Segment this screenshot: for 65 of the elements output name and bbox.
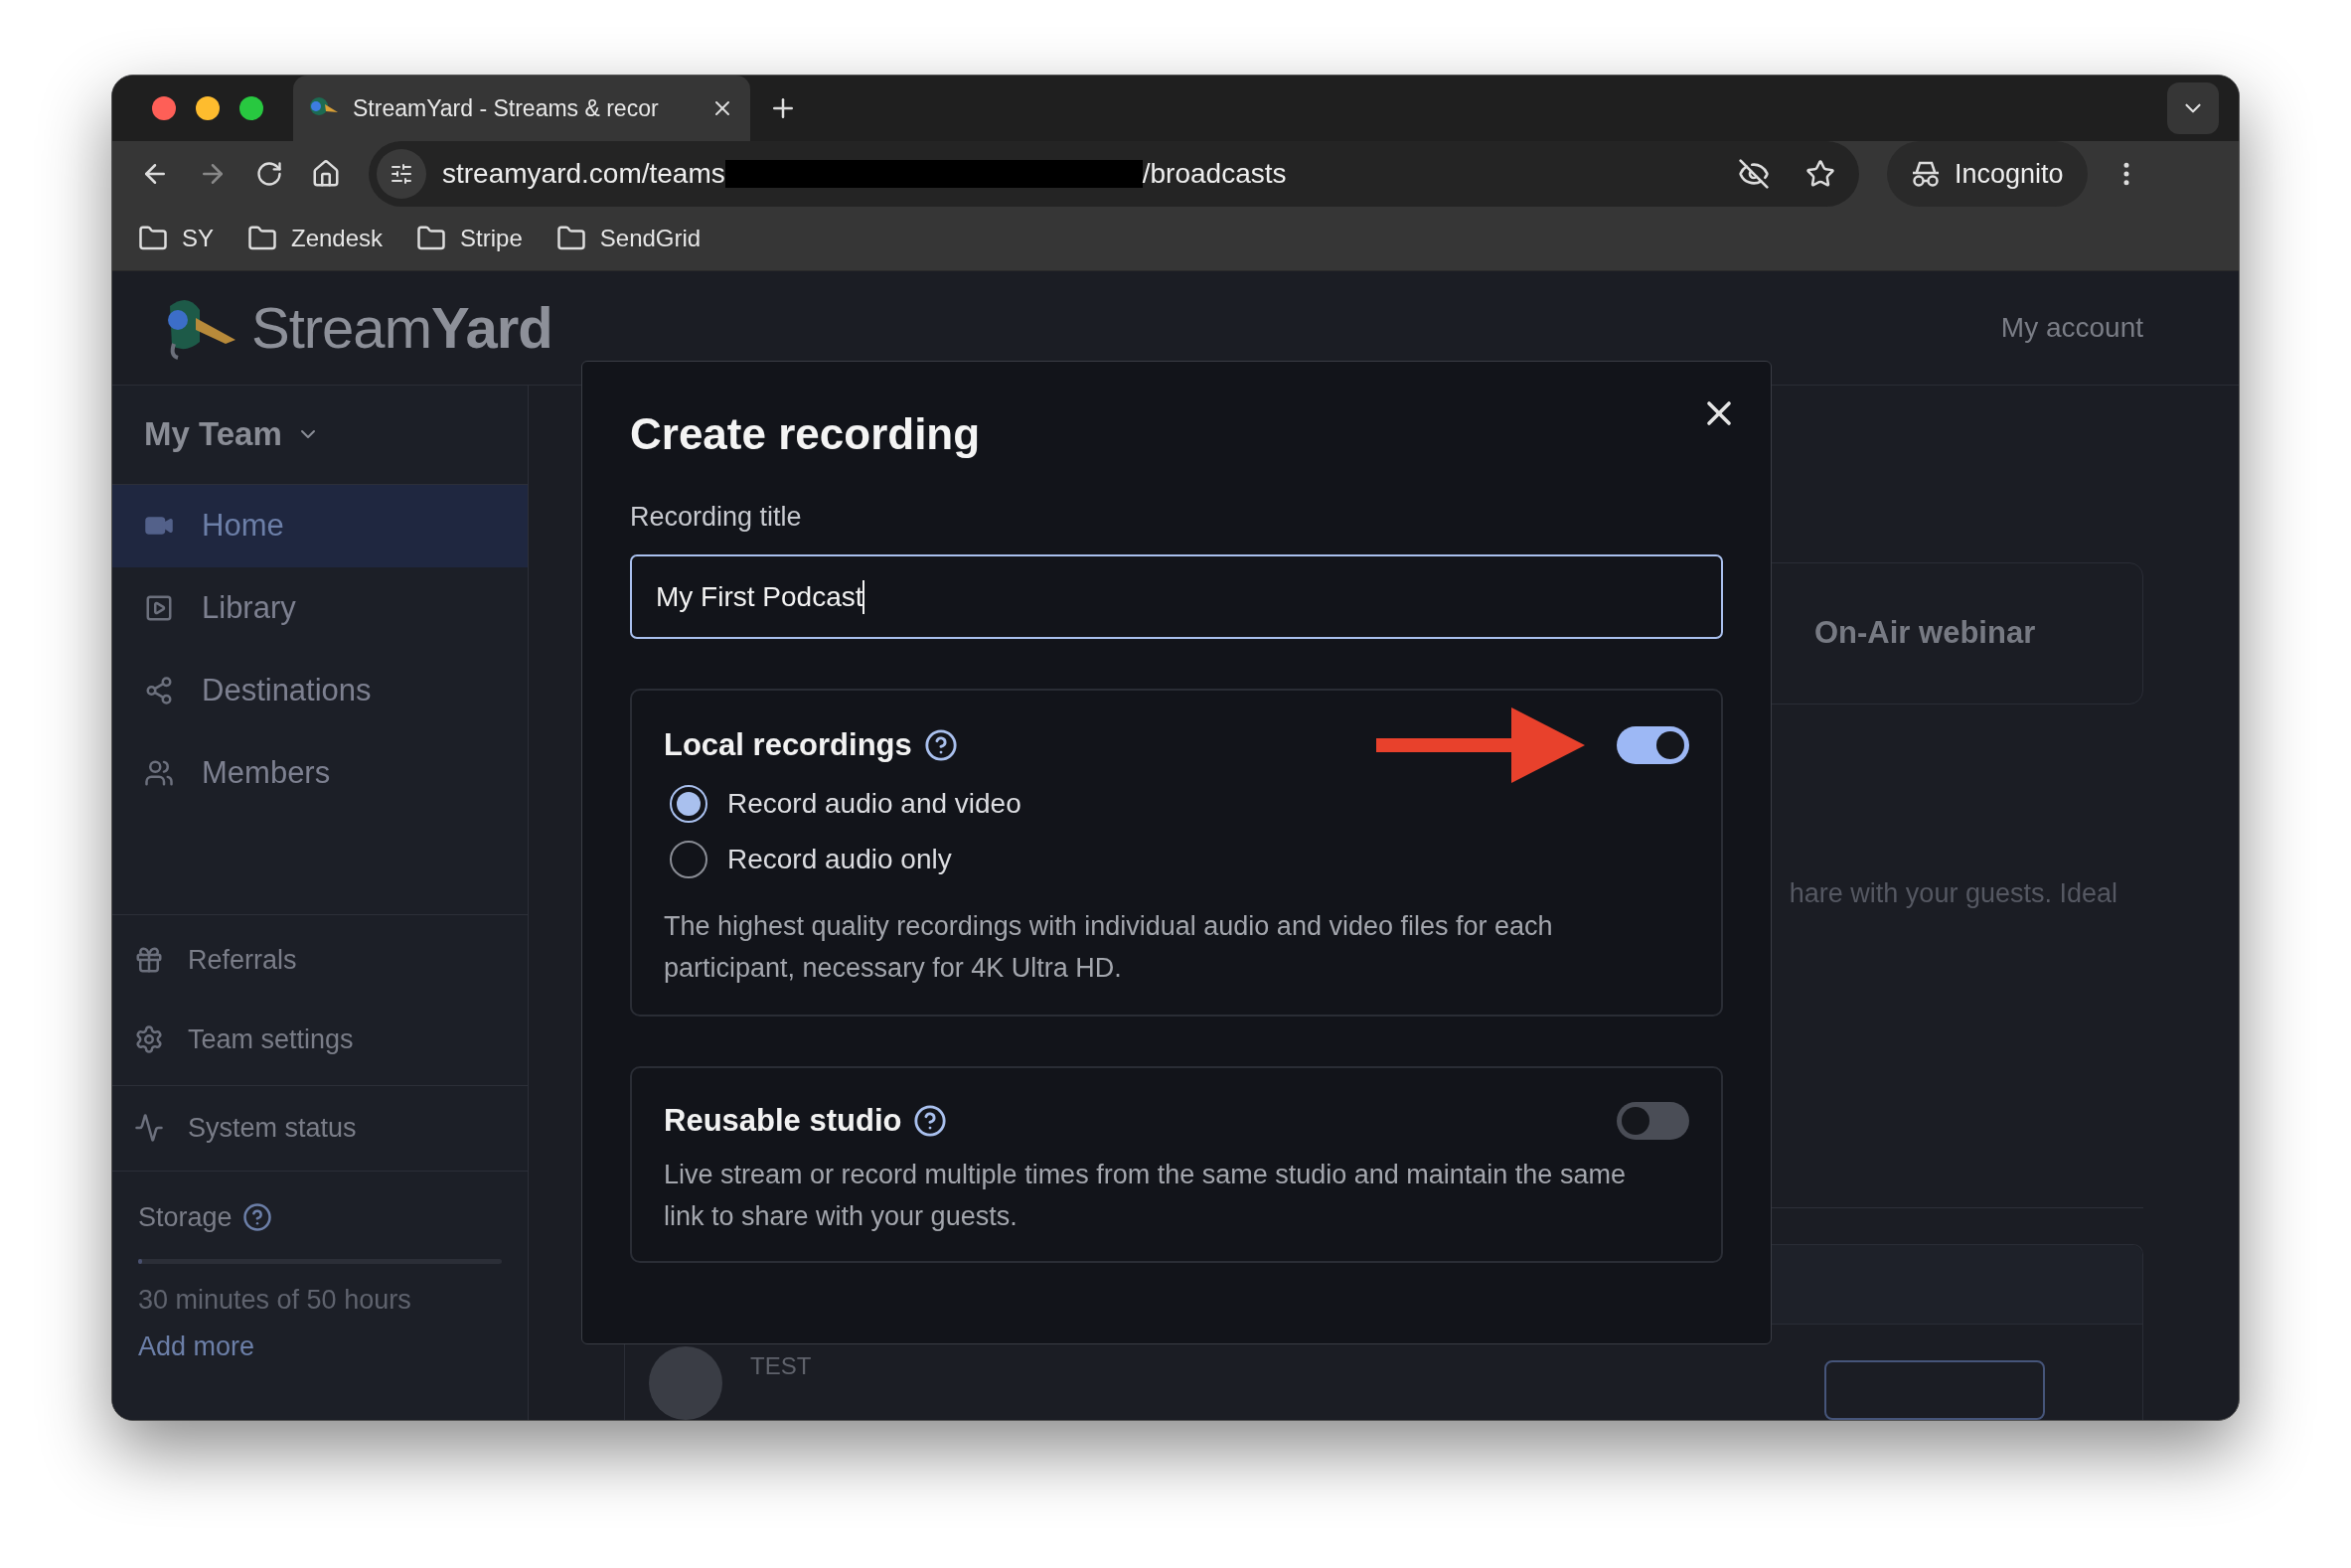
sidebar-item[interactable]: Library — [112, 566, 528, 650]
radio-option[interactable]: Record audio only — [664, 840, 1689, 879]
bookmark-label: SendGrid — [599, 223, 702, 253]
browser-tab[interactable]: StreamYard - Streams & recor — [293, 76, 750, 141]
radio-option[interactable]: Record audio and video — [664, 784, 1689, 824]
logo-text: StreamYard — [251, 294, 552, 362]
radio-label: Record audio and video — [727, 787, 1021, 821]
monitor-pulse-icon — [134, 1113, 164, 1143]
section-description: The highest quality recordings with individual audio and video files for each participant, necessary for 4K Ultra HD. — [664, 910, 1554, 985]
help-icon[interactable] — [913, 1104, 948, 1138]
nav-icon — [144, 593, 174, 623]
sidebar-item[interactable]: Destinations — [112, 649, 528, 732]
bookmark-folder[interactable]: Stripe — [416, 220, 523, 256]
bookmark-folder[interactable]: SendGrid — [555, 220, 702, 256]
sidebar-link-icon — [134, 1024, 164, 1055]
tab-search-button[interactable] — [2167, 82, 2219, 134]
nav-icon — [144, 676, 174, 706]
radio-label: Record audio only — [727, 843, 952, 876]
sidebar-link-icon — [134, 944, 164, 975]
add-more-link[interactable]: Add more — [138, 1326, 502, 1366]
help-icon[interactable] — [923, 728, 958, 762]
help-icon[interactable] — [241, 1201, 272, 1232]
bookmark-folder[interactable]: Zendesk — [247, 220, 384, 256]
sidebar-item[interactable]: Members — [112, 731, 528, 815]
section-description: Live stream or record multiple times from the same studio and maintain the same link to share with your guests. — [664, 1159, 1627, 1233]
sidebar-link[interactable]: Team settings — [134, 1019, 528, 1060]
section-title: Reusable studio — [664, 1101, 902, 1140]
toggle-switch[interactable] — [1617, 726, 1689, 764]
url-text: /broadcasts — [1142, 157, 1287, 191]
tab-title: StreamYard - Streams & recor — [353, 93, 660, 123]
section-title: Local recordings — [664, 725, 912, 764]
close-window-icon[interactable] — [152, 96, 176, 120]
bookmark-folder[interactable]: SY — [138, 220, 214, 256]
reload-icon[interactable] — [255, 160, 283, 188]
profile-button[interactable]: Incognito — [1887, 141, 2088, 207]
bookmark-label: Zendesk — [291, 223, 384, 253]
storage-label: Storage — [138, 1200, 233, 1234]
my-account-link[interactable]: My account — [2000, 306, 2143, 349]
description-text: hare with your guests. Ideal — [1789, 876, 2118, 910]
sidebar-link[interactable]: Referrals — [134, 939, 528, 980]
row-title: TEST — [750, 1351, 812, 1381]
site-settings-button[interactable] — [377, 149, 426, 199]
minimize-window-icon[interactable] — [196, 96, 220, 120]
bookmark-label: SY — [182, 223, 214, 253]
radio-button[interactable] — [670, 841, 707, 878]
radio-button[interactable] — [670, 785, 707, 823]
field-label: Recording title — [630, 500, 803, 534]
toggle-switch[interactable] — [1617, 1102, 1689, 1140]
incognito-icon — [1911, 160, 1941, 188]
team-name[interactable]: My Team — [144, 409, 282, 459]
sidebar-link[interactable]: System status — [134, 1107, 357, 1149]
sidebar-item[interactable]: Home — [112, 484, 528, 567]
storage-usage: 30 minutes of 50 hours — [138, 1284, 412, 1317]
sliders-icon — [390, 162, 413, 186]
recording-title-field[interactable]: My First Podcast — [630, 554, 1723, 639]
zoom-window-icon[interactable] — [239, 96, 263, 120]
eye-off-icon[interactable] — [1738, 158, 1770, 190]
home-icon[interactable] — [311, 159, 341, 189]
dialog-title: Create recording — [630, 407, 981, 460]
card-title: On-Air webinar — [1814, 614, 2037, 652]
bookmark-star-icon[interactable] — [1805, 159, 1835, 189]
address-bar[interactable]: streamyard.com/teams /broadcasts — [369, 141, 1859, 207]
bookmark-label: Stripe — [460, 223, 523, 253]
url-text: streamyard.com/teams — [442, 157, 725, 191]
nav-icon — [144, 758, 174, 788]
